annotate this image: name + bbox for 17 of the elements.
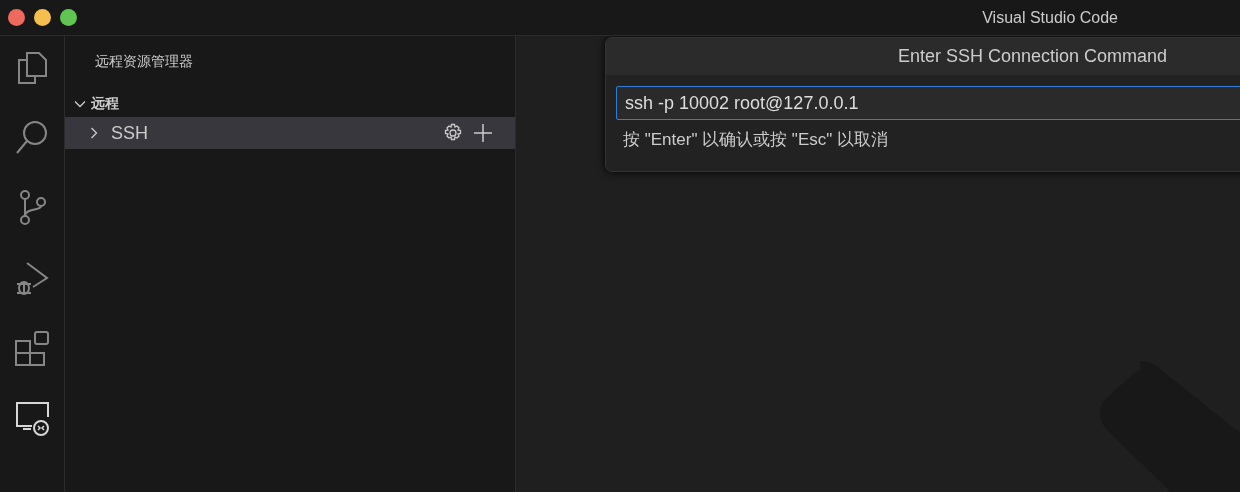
- remote-explorer-icon[interactable]: [14, 400, 50, 436]
- sidebar-title: 远程资源管理器: [94, 52, 194, 71]
- tree-item[interactable]: SSH: [65, 117, 515, 149]
- window-title: Visual Studio Code: [982, 8, 1118, 27]
- quick-input-title: Enter SSH Connection Command: [606, 38, 1240, 75]
- search-icon[interactable]: [15, 120, 49, 156]
- input-field[interactable]: ssh -p 10002 root@127.0.0.1: [616, 86, 1240, 120]
- section-header[interactable]: 远程: [65, 93, 119, 115]
- extensions-icon[interactable]: [14, 330, 50, 366]
- zoom-window-button[interactable]: [60, 9, 77, 26]
- run-debug-icon[interactable]: [14, 260, 50, 296]
- settings-icon[interactable]: [443, 123, 463, 143]
- files-icon[interactable]: [15, 50, 49, 86]
- add-icon[interactable]: [473, 123, 493, 143]
- close-window-button[interactable]: [8, 9, 25, 26]
- minimize-window-button[interactable]: [34, 9, 51, 26]
- hint-text: 按 "Enter" 以确认或按 "Esc" 以取消: [622, 129, 889, 151]
